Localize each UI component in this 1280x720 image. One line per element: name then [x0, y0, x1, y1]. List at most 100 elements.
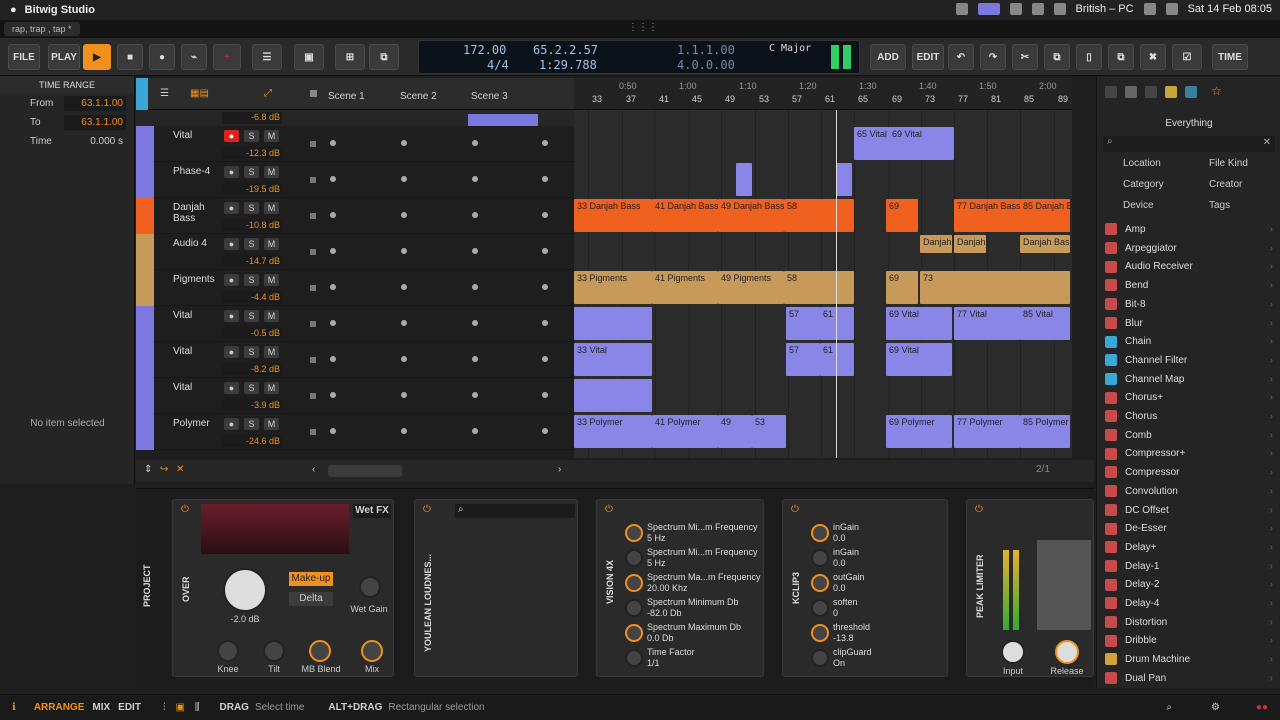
clip-slot[interactable] [472, 428, 478, 434]
edit-button[interactable]: EDIT [912, 44, 944, 70]
param-value[interactable]: 0.0 Db [647, 633, 674, 644]
param-knob[interactable] [811, 549, 829, 567]
info-icon[interactable]: ℹ [12, 702, 16, 713]
solo-button[interactable]: S [244, 202, 259, 214]
browser-item[interactable]: Delay-2 › [1105, 576, 1275, 594]
arrangement-area[interactable]: 65 Vital 69 Vital 33 Danjah Bass 41 Danjah … [574, 110, 1072, 458]
track-volume[interactable]: -19.5 dB [222, 183, 282, 195]
mute-button[interactable]: M [264, 202, 279, 214]
clip[interactable]: 49 Pigments [718, 271, 784, 304]
display-button[interactable]: ▣ [294, 44, 324, 70]
knee-knob[interactable] [217, 640, 239, 662]
clip-slot[interactable] [330, 392, 336, 398]
undo-button[interactable]: ↶ [948, 44, 974, 70]
clip[interactable]: 69 [886, 271, 918, 304]
clip[interactable] [836, 163, 852, 196]
browser-filter[interactable]: Category [1123, 179, 1164, 190]
clip-slot[interactable] [401, 284, 407, 290]
file-icon[interactable] [1145, 86, 1157, 99]
clip[interactable]: 49 Danjah Bass [718, 199, 784, 232]
record-arm-button[interactable]: ● [224, 418, 239, 430]
browser-item[interactable]: Channel Filter › [1105, 352, 1275, 370]
scroll-left-icon[interactable]: ‹ [312, 464, 315, 475]
playhead[interactable] [836, 110, 837, 458]
automation-button[interactable]: ⌁ [181, 44, 207, 70]
record-arm-button[interactable]: ● [224, 130, 239, 142]
power-icon[interactable]: ⏻ [423, 504, 431, 515]
wet-gain-knob[interactable] [359, 576, 381, 598]
stop-button[interactable]: ■ [117, 44, 143, 70]
play-label-button[interactable]: PLAY [48, 44, 80, 70]
track-header[interactable]: Pigments ● S M -4.4 dB [136, 270, 574, 306]
add-marker-button[interactable]: + [213, 44, 241, 70]
browser-item[interactable]: Distortion › [1105, 614, 1275, 632]
grip-icon[interactable]: ⋮⋮⋮ [628, 22, 658, 33]
clip-slot[interactable] [401, 392, 407, 398]
clip[interactable]: Danjah Bas [1020, 235, 1070, 253]
browser-item[interactable]: Comb › [1105, 427, 1275, 445]
track-name[interactable]: Vital [173, 382, 221, 393]
solo-button[interactable]: S [244, 346, 259, 358]
track-header[interactable]: Audio 4 ● S M -14.7 dB [136, 234, 574, 270]
chevron-right-icon[interactable]: › [1270, 464, 1273, 482]
clip-slot[interactable] [401, 356, 407, 362]
clip[interactable]: 77 Polymer [954, 415, 1020, 448]
scene-2[interactable]: Scene 2 [400, 91, 437, 102]
app-name[interactable]: Bitwig Studio [25, 4, 95, 16]
mute-button[interactable]: M [264, 310, 279, 322]
browser-filter[interactable]: Device [1123, 200, 1154, 211]
track-volume[interactable]: -4.4 dB [222, 291, 282, 303]
tilt-knob[interactable] [263, 640, 285, 662]
param-value[interactable]: 5 Hz [647, 558, 666, 569]
clip-slot[interactable] [542, 356, 548, 362]
browser-item[interactable]: Chain › [1105, 333, 1275, 351]
clip-slot[interactable] [401, 140, 407, 146]
mute-button[interactable]: M [264, 238, 279, 250]
browser-filter[interactable]: Location [1123, 158, 1161, 169]
clip[interactable]: 33 Polymer [574, 415, 652, 448]
selection-icon[interactable]: ⫶ [163, 702, 166, 713]
chevron-right-icon[interactable]: › [1270, 408, 1273, 426]
browser-item[interactable]: Channel Map › [1105, 371, 1275, 389]
time-button[interactable]: TIME [1212, 44, 1248, 70]
stop-icon[interactable] [310, 285, 316, 291]
track-name[interactable]: Polymer [173, 418, 221, 429]
chevron-right-icon[interactable]: › [1270, 651, 1273, 669]
chevron-right-icon[interactable]: › [1270, 558, 1273, 576]
chevron-right-icon[interactable]: › [1270, 576, 1273, 594]
record-icon[interactable]: ●● [1256, 702, 1268, 713]
clip[interactable] [736, 163, 752, 196]
screen-button[interactable]: ⧉ [369, 44, 399, 70]
clip-slot[interactable] [330, 140, 336, 146]
clip-slot[interactable] [330, 176, 336, 182]
clip-slot[interactable] [330, 356, 336, 362]
track-volume[interactable]: -3.9 dB [222, 399, 282, 411]
browser-search[interactable]: ⌕ ✕ [1103, 136, 1275, 152]
track-header[interactable]: Danjah Bass ● S M -10.8 dB [136, 198, 574, 234]
clip-slot[interactable] [472, 284, 478, 290]
record-arm-button[interactable]: ● [224, 274, 239, 286]
chevron-right-icon[interactable]: › [1270, 277, 1273, 295]
paste-button[interactable]: ▯ [1076, 44, 1102, 70]
track-volume[interactable]: -14.7 dB [222, 255, 282, 267]
clip[interactable]: 58 [784, 199, 854, 232]
clip-slot[interactable] [472, 320, 478, 326]
add-button[interactable]: ADD [870, 44, 906, 70]
clip-slot[interactable] [472, 356, 478, 362]
clip[interactable]: 61 [820, 307, 854, 340]
project-tab[interactable]: PROJECT [142, 564, 152, 607]
position-beats[interactable]: 65.2.2.57 [533, 43, 598, 57]
record-arm-button[interactable]: ● [224, 202, 239, 214]
stop-icon[interactable] [310, 393, 316, 399]
solo-button[interactable]: S [244, 238, 259, 250]
track-volume[interactable]: -6.8 dB [222, 112, 282, 124]
record-arm-button[interactable]: ● [224, 238, 239, 250]
clip-slot[interactable] [330, 248, 336, 254]
duplicate-button[interactable]: ⧉ [1108, 44, 1134, 70]
apple-icon[interactable]: ● [10, 4, 17, 16]
mute-button[interactable]: M [264, 130, 279, 142]
browser-item[interactable]: Arpeggiator › [1105, 240, 1275, 258]
clip[interactable]: 57 [786, 307, 820, 340]
follow-icon[interactable]: ↪ [160, 464, 168, 475]
browser-item[interactable]: Blur › [1105, 315, 1275, 333]
